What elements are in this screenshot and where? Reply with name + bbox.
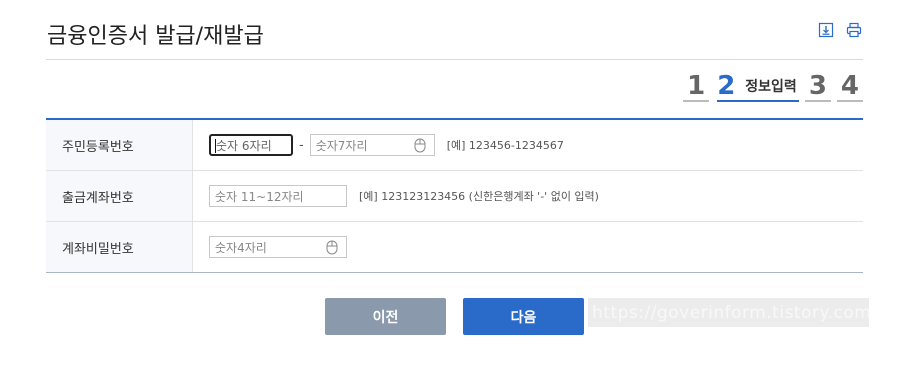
form-row-account-number: 출금계좌번호 숫자 11~12자리 [예] 123123123456 (신한은행…	[46, 171, 863, 222]
step-2-active: 2 정보입력	[717, 72, 799, 102]
mouse-icon[interactable]	[326, 240, 338, 255]
step-indicator: 1 2 정보입력 3 4	[677, 70, 863, 102]
resident-number-separator: -	[299, 137, 304, 153]
account-number-placeholder: 숫자 11~12자리	[215, 189, 304, 204]
account-password-input[interactable]: 숫자4자리	[209, 236, 347, 258]
page-title: 금융인증서 발급/재발급	[47, 24, 264, 49]
resident-number-front-input[interactable]: 숫자 6자리	[209, 134, 293, 156]
resident-number-front-placeholder: 숫자 6자리	[216, 138, 272, 153]
step-1: 1	[683, 72, 710, 102]
account-number-input[interactable]: 숫자 11~12자리	[209, 185, 347, 207]
resident-number-back-placeholder: 숫자7자리	[315, 138, 368, 153]
account-number-cell: 숫자 11~12자리 [예] 123123123456 (신한은행계좌 '-' …	[193, 171, 863, 221]
mouse-icon[interactable]	[414, 138, 426, 153]
print-icon[interactable]	[846, 22, 862, 38]
prev-button[interactable]: 이전	[325, 298, 446, 335]
step-2-number: 2	[717, 71, 736, 101]
next-button[interactable]: 다음	[463, 298, 584, 335]
title-divider	[46, 59, 863, 60]
account-password-cell: 숫자4자리	[193, 222, 863, 272]
resident-number-label: 주민등록번호	[46, 120, 193, 170]
step-2-label: 정보입력	[745, 79, 797, 95]
resident-number-hint: [예] 123456-1234567	[446, 139, 564, 152]
step-3: 3	[804, 72, 831, 102]
account-password-label: 계좌비밀번호	[46, 222, 193, 272]
info-form: 주민등록번호 숫자 6자리 - 숫자7자리 [예] 123456-1234567…	[46, 118, 863, 273]
watermark: https://goverinform.tistory.com	[588, 298, 871, 327]
account-number-hint: [예] 123123123456 (신한은행계좌 '-' 없이 입력)	[359, 190, 599, 203]
text-caret	[215, 139, 216, 153]
download-icon[interactable]	[818, 22, 834, 38]
resident-number-back-input[interactable]: 숫자7자리	[309, 134, 435, 156]
form-row-resident-number: 주민등록번호 숫자 6자리 - 숫자7자리 [예] 123456-1234567	[46, 120, 863, 171]
account-password-placeholder: 숫자4자리	[215, 240, 267, 255]
account-number-label: 출금계좌번호	[46, 171, 193, 221]
resident-number-cell: 숫자 6자리 - 숫자7자리 [예] 123456-1234567	[193, 120, 863, 170]
form-row-account-password: 계좌비밀번호 숫자4자리	[46, 222, 863, 272]
step-4: 4	[836, 72, 863, 102]
